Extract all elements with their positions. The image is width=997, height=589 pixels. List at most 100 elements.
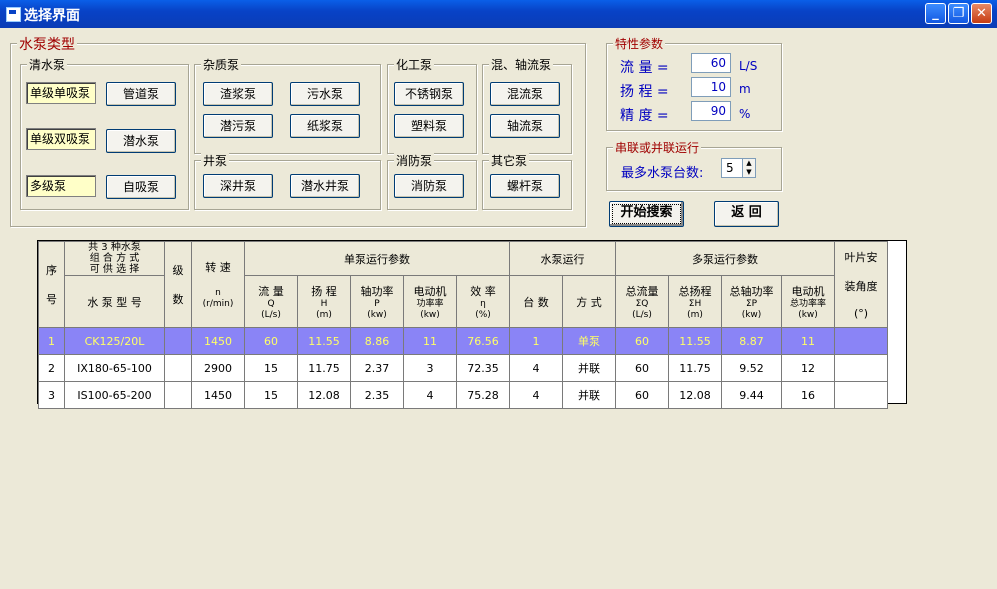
impurity-pump-group: 杂质泵 [194, 56, 381, 154]
table-cell: 3 [38, 381, 65, 409]
clear-water-legend: 清水泵 [27, 56, 68, 73]
table-cell: 75.28 [456, 381, 510, 409]
flow-unit: L/S [739, 59, 758, 73]
table-cell: 12.08 [668, 381, 722, 409]
pipeline-pump-button[interactable]: 管道泵 [106, 82, 176, 106]
table-cell: 1 [509, 327, 563, 355]
plastic-pump-button[interactable]: 塑料泵 [394, 114, 464, 138]
precision-input[interactable]: 90 [691, 101, 731, 121]
header-shaft-power: 轴功率 P (kw) [350, 275, 404, 328]
max-pumps-input[interactable]: 5 [721, 158, 743, 178]
table-cell: 60 [615, 327, 669, 355]
header-stage: 级数 [164, 241, 192, 328]
restore-button[interactable]: ❐ [948, 3, 969, 24]
table-cell [834, 354, 888, 382]
results-table: 序号 共 3 种水泵 组 合 方 式 可 供 选 择 级数 转 速 n (r/min… [38, 241, 888, 409]
header-multi-pump: 多泵运行参数 [615, 241, 835, 276]
close-button[interactable]: ✕ [971, 3, 992, 24]
table-cell: CK125/20L [64, 327, 165, 355]
table-row[interactable]: 2 IX180-65-100 2900 15 11.75 2.37 3 72.35 4 并联 60 1… [38, 354, 888, 382]
table-cell: 11.75 [668, 354, 722, 382]
table-cell: 11 [403, 327, 457, 355]
head-input[interactable]: 10 [691, 77, 731, 97]
header-speed: 转 速 n (r/min) [191, 241, 245, 328]
header-seq: 序号 [38, 241, 65, 328]
table-cell: 11.75 [297, 354, 351, 382]
back-button[interactable]: 返 回 [714, 201, 779, 227]
table-cell: 3 [403, 354, 457, 382]
series-parallel-legend: 串联或并联运行 [613, 139, 702, 156]
table-cell: 11.55 [668, 327, 722, 355]
single-stage-single-suction-label[interactable]: 单级单吸泵 [26, 82, 96, 104]
table-cell: 并联 [562, 354, 616, 382]
table-cell: 72.35 [456, 354, 510, 382]
characteristic-params-legend: 特性参数 [613, 35, 666, 52]
results-grid: 序号 共 3 种水泵 组 合 方 式 可 供 选 择 级数 转 速 n (r/min… [37, 240, 907, 409]
stainless-steel-pump-button[interactable]: 不锈钢泵 [394, 82, 464, 106]
table-cell: 并联 [562, 381, 616, 409]
table-cell [834, 381, 888, 409]
table-cell: 4 [509, 381, 563, 409]
self-priming-pump-button[interactable]: 自吸泵 [106, 175, 176, 199]
table-cell: 2.37 [350, 354, 404, 382]
mixed-flow-pump-button[interactable]: 混流泵 [490, 82, 560, 106]
window-title: 选择界面 [24, 8, 80, 24]
precision-label: 精 度 = [620, 108, 669, 124]
header-single-pump: 单泵运行参数 [244, 241, 510, 276]
mixed-axial-pump-legend: 混、轴流泵 [489, 56, 554, 73]
table-cell: 60 [615, 354, 669, 382]
table-cell: 4 [509, 354, 563, 382]
header-motor-power: 电动机 功率率 (kw) [403, 275, 457, 328]
header-count: 台 数 [509, 275, 563, 328]
table-cell: 1450 [191, 327, 245, 355]
well-pump-legend: 井泵 [201, 152, 230, 169]
table-cell: 76.56 [456, 327, 510, 355]
header-total-head: 总扬程 ΣH (m) [668, 275, 722, 328]
head-unit: m [739, 82, 751, 96]
table-cell: IX180-65-100 [64, 354, 165, 382]
header-pump-run: 水泵运行 [509, 241, 616, 276]
table-row[interactable]: 1 CK125/20L 1450 60 11.55 8.86 11 76.56 1 单泵 60 11.… [38, 327, 888, 355]
table-row[interactable]: 3 IS100-65-200 1450 15 12.08 2.35 4 75.28 4 并联 60 1… [38, 381, 888, 409]
header-head: 扬 程 H (m) [297, 275, 351, 328]
table-cell: 12 [781, 354, 835, 382]
sewage-pump-button[interactable]: 污水泵 [290, 82, 360, 106]
deep-well-pump-button[interactable]: 深井泵 [203, 174, 273, 198]
slurry-pump-button[interactable]: 渣浆泵 [203, 82, 273, 106]
submersible-pump-button[interactable]: 潜水泵 [106, 129, 176, 153]
table-cell: 9.52 [721, 354, 782, 382]
flow-input[interactable]: 60 [691, 53, 731, 73]
mixed-axial-pump-group: 混、轴流泵 [482, 56, 572, 154]
screw-pump-button[interactable]: 螺杆泵 [490, 174, 560, 198]
app-icon [6, 7, 21, 22]
single-stage-double-suction-label[interactable]: 单级双吸泵 [26, 128, 96, 150]
table-cell: 单泵 [562, 327, 616, 355]
chemical-pump-legend: 化工泵 [394, 56, 435, 73]
max-pumps-spinner[interactable]: ▲ ▼ [742, 158, 756, 178]
table-cell: 12.08 [297, 381, 351, 409]
table-cell: 2900 [191, 354, 245, 382]
multistage-pump-label[interactable]: 多级泵 [26, 175, 96, 197]
other-pump-legend: 其它泵 [489, 152, 530, 169]
table-cell: 15 [244, 381, 298, 409]
title-bar: 选择界面 _ ❐ ✕ [0, 0, 997, 28]
header-total-shaft-power: 总轴功率 ΣP (kw) [721, 275, 782, 328]
table-cell: IS100-65-200 [64, 381, 165, 409]
paper-pulp-pump-button[interactable]: 纸浆泵 [290, 114, 360, 138]
submersible-well-pump-button[interactable]: 潜水井泵 [290, 174, 360, 198]
axial-flow-pump-button[interactable]: 轴流泵 [490, 114, 560, 138]
header-model: 水 泵 型 号 [64, 275, 165, 328]
submersible-sewage-pump-button[interactable]: 潜污泵 [203, 114, 273, 138]
table-cell [164, 354, 192, 382]
fire-pump-button[interactable]: 消防泵 [394, 174, 464, 198]
table-cell [834, 327, 888, 355]
table-cell: 9.44 [721, 381, 782, 409]
table-cell: 4 [403, 381, 457, 409]
precision-unit: % [739, 107, 751, 121]
start-search-button[interactable]: 开始搜索 [609, 201, 684, 227]
table-cell: 8.86 [350, 327, 404, 355]
minimize-button[interactable]: _ [925, 3, 946, 24]
table-cell [164, 381, 192, 409]
fire-pump-legend: 消防泵 [394, 152, 435, 169]
header-total-flow: 总流量 ΣQ (L/s) [615, 275, 669, 328]
